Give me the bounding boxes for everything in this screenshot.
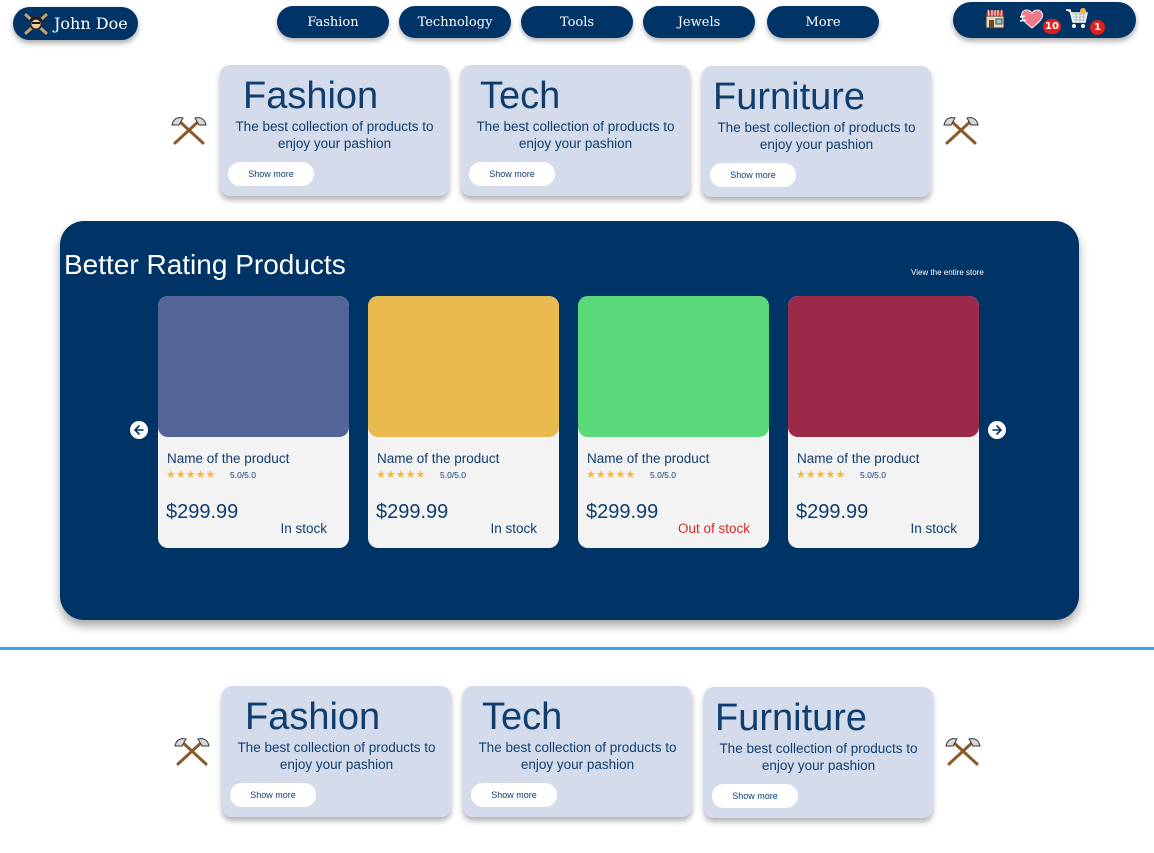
- stock-status: In stock: [280, 521, 327, 536]
- product-name: Name of the product: [377, 451, 500, 466]
- rating-value: 5.0/5.0: [440, 470, 466, 480]
- category-title: Fashion: [243, 75, 379, 117]
- rating-value: 5.0/5.0: [230, 470, 256, 480]
- show-more-button[interactable]: Show more: [228, 162, 314, 186]
- crossed-axes-icon: [945, 738, 981, 766]
- view-store-link[interactable]: View the entire store: [911, 268, 984, 277]
- category-title: Tech: [480, 75, 561, 117]
- product-image: [578, 296, 769, 437]
- category-description: The best collection of products to enjoy…: [235, 119, 434, 151]
- product-price: $299.99: [376, 501, 449, 523]
- nav-tools[interactable]: Tools: [521, 6, 633, 38]
- category-description: The best collection of products to enjoy…: [478, 740, 677, 772]
- section-divider: [0, 647, 1154, 650]
- product-price: $299.99: [796, 501, 869, 523]
- nav-more[interactable]: More: [767, 6, 879, 38]
- crossed-axes-icon: [174, 738, 210, 766]
- product-image: [368, 296, 559, 437]
- user-name: John Doe: [54, 14, 128, 33]
- section-title: Better Rating Products: [64, 249, 346, 280]
- category-title: Tech: [482, 696, 563, 738]
- show-more-button[interactable]: Show more: [230, 783, 316, 807]
- show-more-button[interactable]: Show more: [712, 784, 798, 808]
- product-price: $299.99: [586, 501, 659, 523]
- pirate-icon: [24, 13, 48, 34]
- nav-jewels[interactable]: Jewels: [643, 6, 755, 38]
- product-card[interactable]: Name of the product ★★★★★ 5.0/5.0 $299.9…: [368, 296, 559, 548]
- carousel-prev-button[interactable]: [130, 421, 148, 439]
- nav-fashion[interactable]: Fashion: [277, 6, 389, 38]
- stock-status: In stock: [910, 521, 957, 536]
- heart-icon[interactable]: [1019, 7, 1045, 31]
- category-card-furniture[interactable]: Furniture The best collection of product…: [704, 687, 933, 818]
- show-more-button[interactable]: Show more: [471, 783, 557, 807]
- cart-icon[interactable]: [1065, 7, 1089, 31]
- wishlist-count-badge: 10: [1043, 19, 1061, 34]
- category-description: The best collection of products to enjoy…: [719, 741, 918, 773]
- arrow-left-icon: [133, 425, 144, 435]
- category-description: The best collection of products to enjoy…: [237, 740, 436, 772]
- cart-count-badge: 1: [1090, 20, 1105, 35]
- carousel-next-button[interactable]: [988, 421, 1006, 439]
- star-rating: ★★★★★: [586, 468, 636, 481]
- product-card[interactable]: Name of the product ★★★★★ 5.0/5.0 $299.9…: [158, 296, 349, 548]
- category-title: Furniture: [715, 697, 868, 739]
- show-more-button[interactable]: Show more: [469, 162, 555, 186]
- crossed-axes-icon: [943, 117, 979, 145]
- user-profile-button[interactable]: John Doe: [13, 7, 138, 40]
- category-card-tech[interactable]: Tech The best collection of products to …: [463, 686, 692, 817]
- header-actions: 10 1: [953, 2, 1136, 38]
- product-card[interactable]: Name of the product ★★★★★ 5.0/5.0 $299.9…: [788, 296, 979, 548]
- crossed-axes-icon: [171, 117, 207, 145]
- product-name: Name of the product: [797, 451, 920, 466]
- nav-technology[interactable]: Technology: [399, 6, 511, 38]
- store-icon[interactable]: [984, 8, 1006, 30]
- product-image: [788, 296, 979, 437]
- category-card-tech[interactable]: Tech The best collection of products to …: [461, 65, 690, 196]
- category-description: The best collection of products to enjoy…: [717, 120, 916, 152]
- product-price: $299.99: [166, 501, 239, 523]
- arrow-right-icon: [992, 425, 1003, 435]
- rating-value: 5.0/5.0: [650, 470, 676, 480]
- better-rating-section: Better Rating Products View the entire s…: [60, 221, 1079, 620]
- category-card-fashion[interactable]: Fashion The best collection of products …: [220, 65, 449, 196]
- product-name: Name of the product: [587, 451, 710, 466]
- show-more-button[interactable]: Show more: [710, 163, 796, 187]
- category-card-furniture[interactable]: Furniture The best collection of product…: [702, 66, 931, 197]
- product-card[interactable]: Name of the product ★★★★★ 5.0/5.0 $299.9…: [578, 296, 769, 548]
- rating-value: 5.0/5.0: [860, 470, 886, 480]
- star-rating: ★★★★★: [796, 468, 846, 481]
- category-description: The best collection of products to enjoy…: [476, 119, 675, 151]
- category-title: Furniture: [713, 76, 866, 118]
- category-title: Fashion: [245, 696, 381, 738]
- stock-status: Out of stock: [677, 521, 750, 536]
- stock-status: In stock: [490, 521, 537, 536]
- product-image: [158, 296, 349, 437]
- product-name: Name of the product: [167, 451, 290, 466]
- category-card-fashion[interactable]: Fashion The best collection of products …: [222, 686, 451, 817]
- star-rating: ★★★★★: [166, 468, 216, 481]
- star-rating: ★★★★★: [376, 468, 426, 481]
